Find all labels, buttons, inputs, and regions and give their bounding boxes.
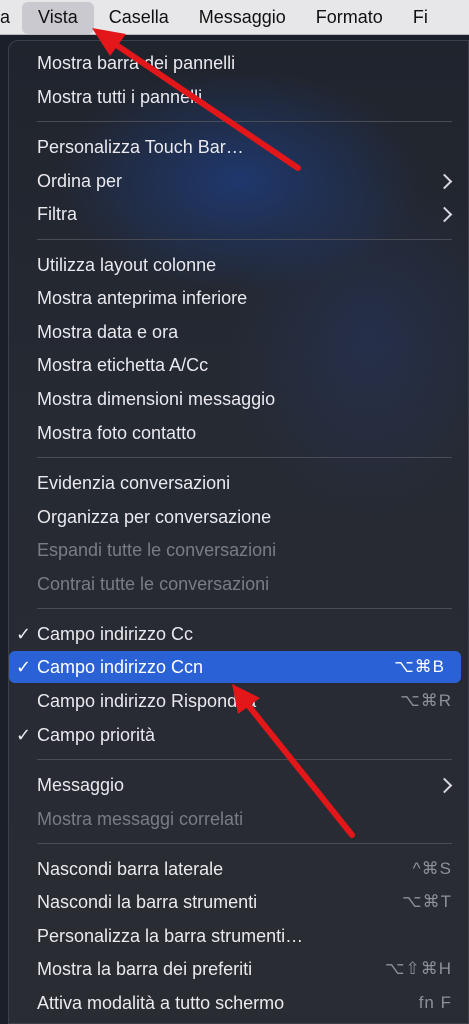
keyboard-shortcut: ⌥⌘B (394, 657, 445, 676)
menu-item-label: Mostra data e ora (37, 321, 179, 342)
menu-item-campo-priorita[interactable]: ✓ Campo priorità (9, 719, 468, 751)
menubar-item-vista[interactable]: Vista (22, 1, 94, 34)
menu-item-label: Campo indirizzo Cc (37, 623, 194, 644)
menu-item-label: Filtra (37, 203, 77, 224)
menu-item-label: Personalizza Touch Bar… (37, 136, 244, 157)
menu-item-anteprima-inferiore[interactable]: Mostra anteprima inferiore (9, 282, 468, 314)
keyboard-shortcut: ⌥⌘T (402, 892, 452, 911)
menu-item-evidenzia-conversazioni[interactable]: Evidenzia conversazioni (9, 467, 468, 499)
keyboard-shortcut: ⌥⌘R (400, 691, 452, 710)
menu-item-label: Attiva modalità a tutto schermo (37, 992, 285, 1013)
menu-item-label: Mostra messaggi correlati (37, 808, 244, 829)
menu-item-label: Mostra anteprima inferiore (37, 287, 248, 308)
menu-item-campo-ccn[interactable]: ✓ Campo indirizzo Ccn ⌥⌘B (9, 651, 461, 683)
menu-item-label: Organizza per conversazione (37, 506, 272, 527)
menu-item-data-ora[interactable]: Mostra data e ora (9, 316, 468, 348)
menu-separator (37, 608, 452, 609)
menubar-item-messaggio[interactable]: Messaggio (184, 0, 301, 34)
menu-separator (37, 239, 452, 240)
menu-bar: a Vista Casella Messaggio Formato Fi (0, 0, 469, 35)
checkmark-icon: ✓ (16, 724, 32, 745)
chevron-right-icon (436, 173, 453, 189)
menubar-item-previous[interactable]: a (0, 0, 22, 34)
menu-item-filtra[interactable]: Filtra (9, 198, 468, 230)
menu-item-campo-cc[interactable]: ✓ Campo indirizzo Cc (9, 618, 468, 650)
keyboard-shortcut: ^⌘S (412, 859, 452, 878)
menu-item-label: Evidenzia conversazioni (37, 472, 231, 493)
menu-item-label: Personalizza la barra strumenti… (37, 925, 304, 946)
menu-item-label: Utilizza layout colonne (37, 254, 217, 275)
menu-item-label: Mostra tutti i pannelli (37, 86, 203, 107)
chevron-right-icon (436, 777, 453, 793)
menu-item-personalizza-touch-bar[interactable]: Personalizza Touch Bar… (9, 131, 468, 163)
menu-item-personalizza-barra-strumenti[interactable]: Personalizza la barra strumenti… (9, 920, 468, 952)
menubar-item-formato[interactable]: Formato (301, 0, 398, 34)
menu-item-etichetta-acc[interactable]: Mostra etichetta A/Cc (9, 349, 468, 381)
menu-separator (37, 121, 452, 122)
checkmark-icon: ✓ (16, 623, 32, 644)
menu-item-label: Campo indirizzo Rispondi a (37, 690, 257, 711)
menubar-item-finestra[interactable]: Fi (398, 0, 443, 34)
menu-item-ordina-per[interactable]: Ordina per (9, 165, 468, 197)
menu-item-label: Contrai tutte le conversazioni (37, 573, 270, 594)
menubar-item-casella[interactable]: Casella (94, 0, 184, 34)
menu-item-messaggio[interactable]: Messaggio (9, 769, 468, 801)
menu-item-nascondi-barra-strumenti[interactable]: Nascondi la barra strumenti ⌥⌘T (9, 886, 468, 918)
menu-item-barra-preferiti[interactable]: Mostra la barra dei preferiti ⌥⇧⌘H (9, 953, 468, 985)
menu-item-label: Campo indirizzo Ccn (37, 656, 204, 677)
menu-item-organizza-conversazione[interactable]: Organizza per conversazione (9, 501, 468, 533)
vista-dropdown-menu: Mostra barra dei pannelli Mostra tutti i… (8, 40, 469, 1024)
menu-separator (37, 843, 452, 844)
menu-item-mostra-tutti-pannelli[interactable]: Mostra tutti i pannelli (9, 81, 468, 113)
menu-item-dimensioni-messaggio[interactable]: Mostra dimensioni messaggio (9, 383, 468, 415)
keyboard-shortcut: fn F (418, 993, 452, 1012)
menu-item-label: Nascondi barra laterale (37, 858, 224, 879)
menu-item-label: Messaggio (37, 774, 125, 795)
menu-item-espandi-conversazioni: Espandi tutte le conversazioni (9, 534, 468, 566)
menu-item-label: Nascondi la barra strumenti (37, 891, 258, 912)
menu-separator (37, 457, 452, 458)
menu-item-label: Mostra foto contatto (37, 422, 197, 443)
menu-item-messaggi-correlati: Mostra messaggi correlati (9, 803, 468, 835)
menu-item-layout-colonne[interactable]: Utilizza layout colonne (9, 249, 468, 281)
menu-item-label: Mostra la barra dei preferiti (37, 958, 253, 979)
chevron-right-icon (436, 206, 453, 222)
keyboard-shortcut: ⌥⇧⌘H (384, 959, 452, 978)
menu-separator (37, 759, 452, 760)
menu-item-campo-rispondi-a[interactable]: Campo indirizzo Rispondi a ⌥⌘R (9, 685, 468, 717)
menu-item-schermo-intero[interactable]: Attiva modalità a tutto schermo fn F (9, 987, 468, 1019)
menu-item-nascondi-barra-laterale[interactable]: Nascondi barra laterale ^⌘S (9, 853, 468, 885)
checkmark-icon: ✓ (16, 656, 32, 677)
menu-item-contrai-conversazioni: Contrai tutte le conversazioni (9, 568, 468, 600)
menu-item-label: Mostra etichetta A/Cc (37, 354, 209, 375)
menu-item-label: Mostra barra dei pannelli (37, 52, 236, 73)
menu-item-label: Espandi tutte le conversazioni (37, 539, 277, 560)
menu-item-foto-contatto[interactable]: Mostra foto contatto (9, 417, 468, 449)
menu-item-label: Campo priorità (37, 724, 156, 745)
menu-item-label: Ordina per (37, 170, 123, 191)
menu-item-mostra-barra-pannelli[interactable]: Mostra barra dei pannelli (9, 47, 468, 79)
menu-item-label: Mostra dimensioni messaggio (37, 388, 276, 409)
